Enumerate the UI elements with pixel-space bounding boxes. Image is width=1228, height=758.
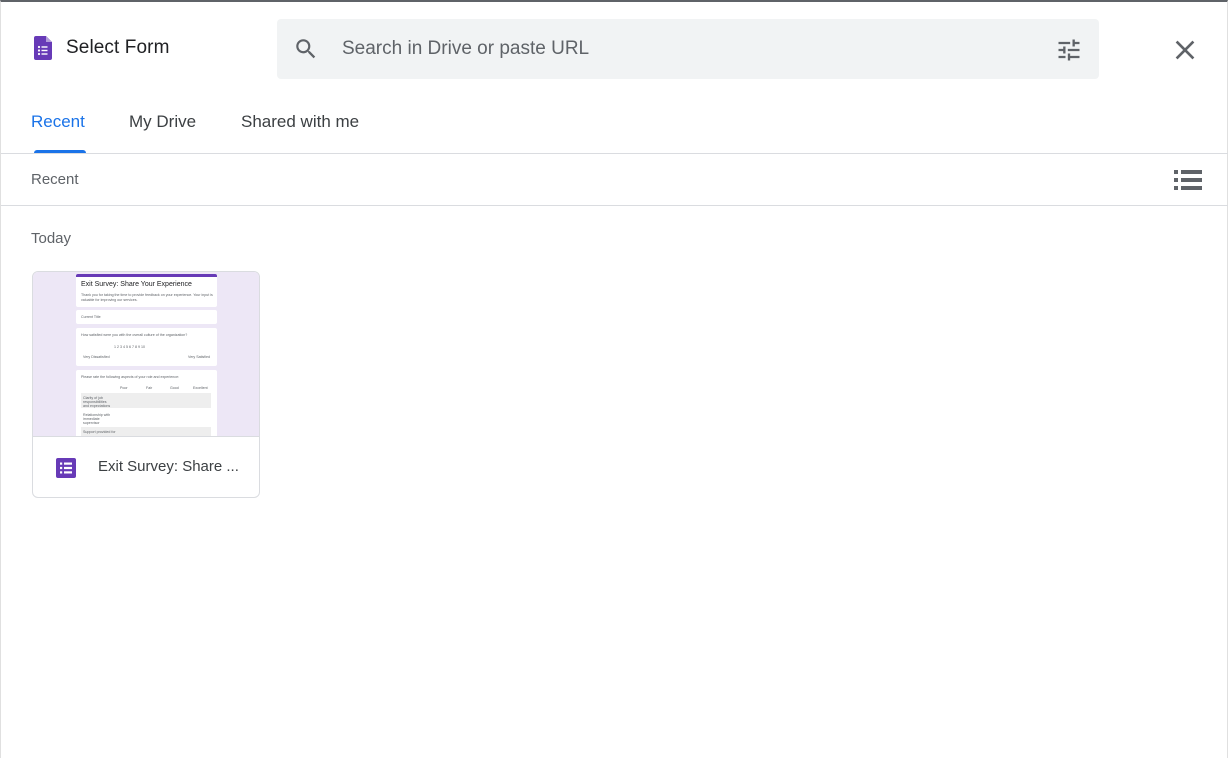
thumb-question-card: How satisfied were you with the overall …	[76, 328, 217, 366]
search-bar[interactable]	[277, 19, 1099, 79]
dialog-header: Select Form	[1, 2, 1228, 94]
thumb-scale: 1 2 3 4 5 6 7 8 9 10	[114, 345, 145, 349]
file-thumbnail: Exit Survey: Share Your Experience Thank…	[33, 272, 259, 437]
thumb-scale-high: Very Satisfied	[188, 355, 210, 359]
thumb-intro: Thank you for taking the time to provide…	[81, 293, 213, 302]
thumb-question: Please rate the following aspects of you…	[81, 375, 180, 379]
thumb-question: How satisfied were you with the overall …	[81, 333, 188, 337]
thumb-col-header: Poor	[120, 386, 128, 390]
tab-shared-with-me[interactable]: Shared with me	[241, 112, 359, 132]
tune-icon[interactable]	[1055, 36, 1083, 64]
thumb-question-card: Current Title	[76, 310, 217, 324]
location-bar: Recent	[1, 155, 1228, 206]
file-card-footer: Exit Survey: Share ...	[33, 437, 259, 497]
thumb-header-card: Exit Survey: Share Your Experience Thank…	[76, 274, 217, 307]
search-icon[interactable]	[293, 36, 319, 62]
thumb-row-label: Relationship with immediate supervisor	[83, 413, 111, 425]
thumb-row-label: Support provided for	[83, 430, 116, 434]
list-view-icon[interactable]	[1173, 167, 1203, 193]
file-card[interactable]: Exit Survey: Share Your Experience Thank…	[32, 271, 260, 498]
active-tab-indicator	[34, 150, 86, 153]
thumb-title: Exit Survey: Share Your Experience	[81, 281, 192, 288]
location-label: Recent	[31, 171, 79, 188]
thumb-question: Current Title	[81, 315, 101, 319]
section-heading-today: Today	[31, 230, 72, 247]
thumb-col-header: Excellent	[193, 386, 208, 390]
dialog-title: Select Form	[66, 37, 170, 58]
thumb-row-label: Clarity of job responsibilities and expe…	[83, 396, 111, 408]
thumb-scale-low: Very Dissatisfied	[83, 355, 110, 359]
file-name: Exit Survey: Share ...	[98, 458, 239, 475]
tab-bar: Recent My Drive Shared with me	[1, 94, 1228, 154]
picker-dialog: Select Form Recent My Drive Shared with …	[0, 0, 1228, 758]
close-icon[interactable]	[1169, 34, 1201, 66]
thumb-col-header: Good	[170, 386, 179, 390]
tab-recent[interactable]: Recent	[31, 112, 85, 132]
thumb-question-card: Please rate the following aspects of you…	[76, 370, 217, 436]
google-forms-icon	[34, 36, 52, 60]
thumb-col-header: Fair	[146, 386, 153, 390]
google-forms-icon	[56, 458, 76, 478]
tab-my-drive[interactable]: My Drive	[129, 112, 196, 132]
search-input[interactable]	[342, 36, 1022, 62]
